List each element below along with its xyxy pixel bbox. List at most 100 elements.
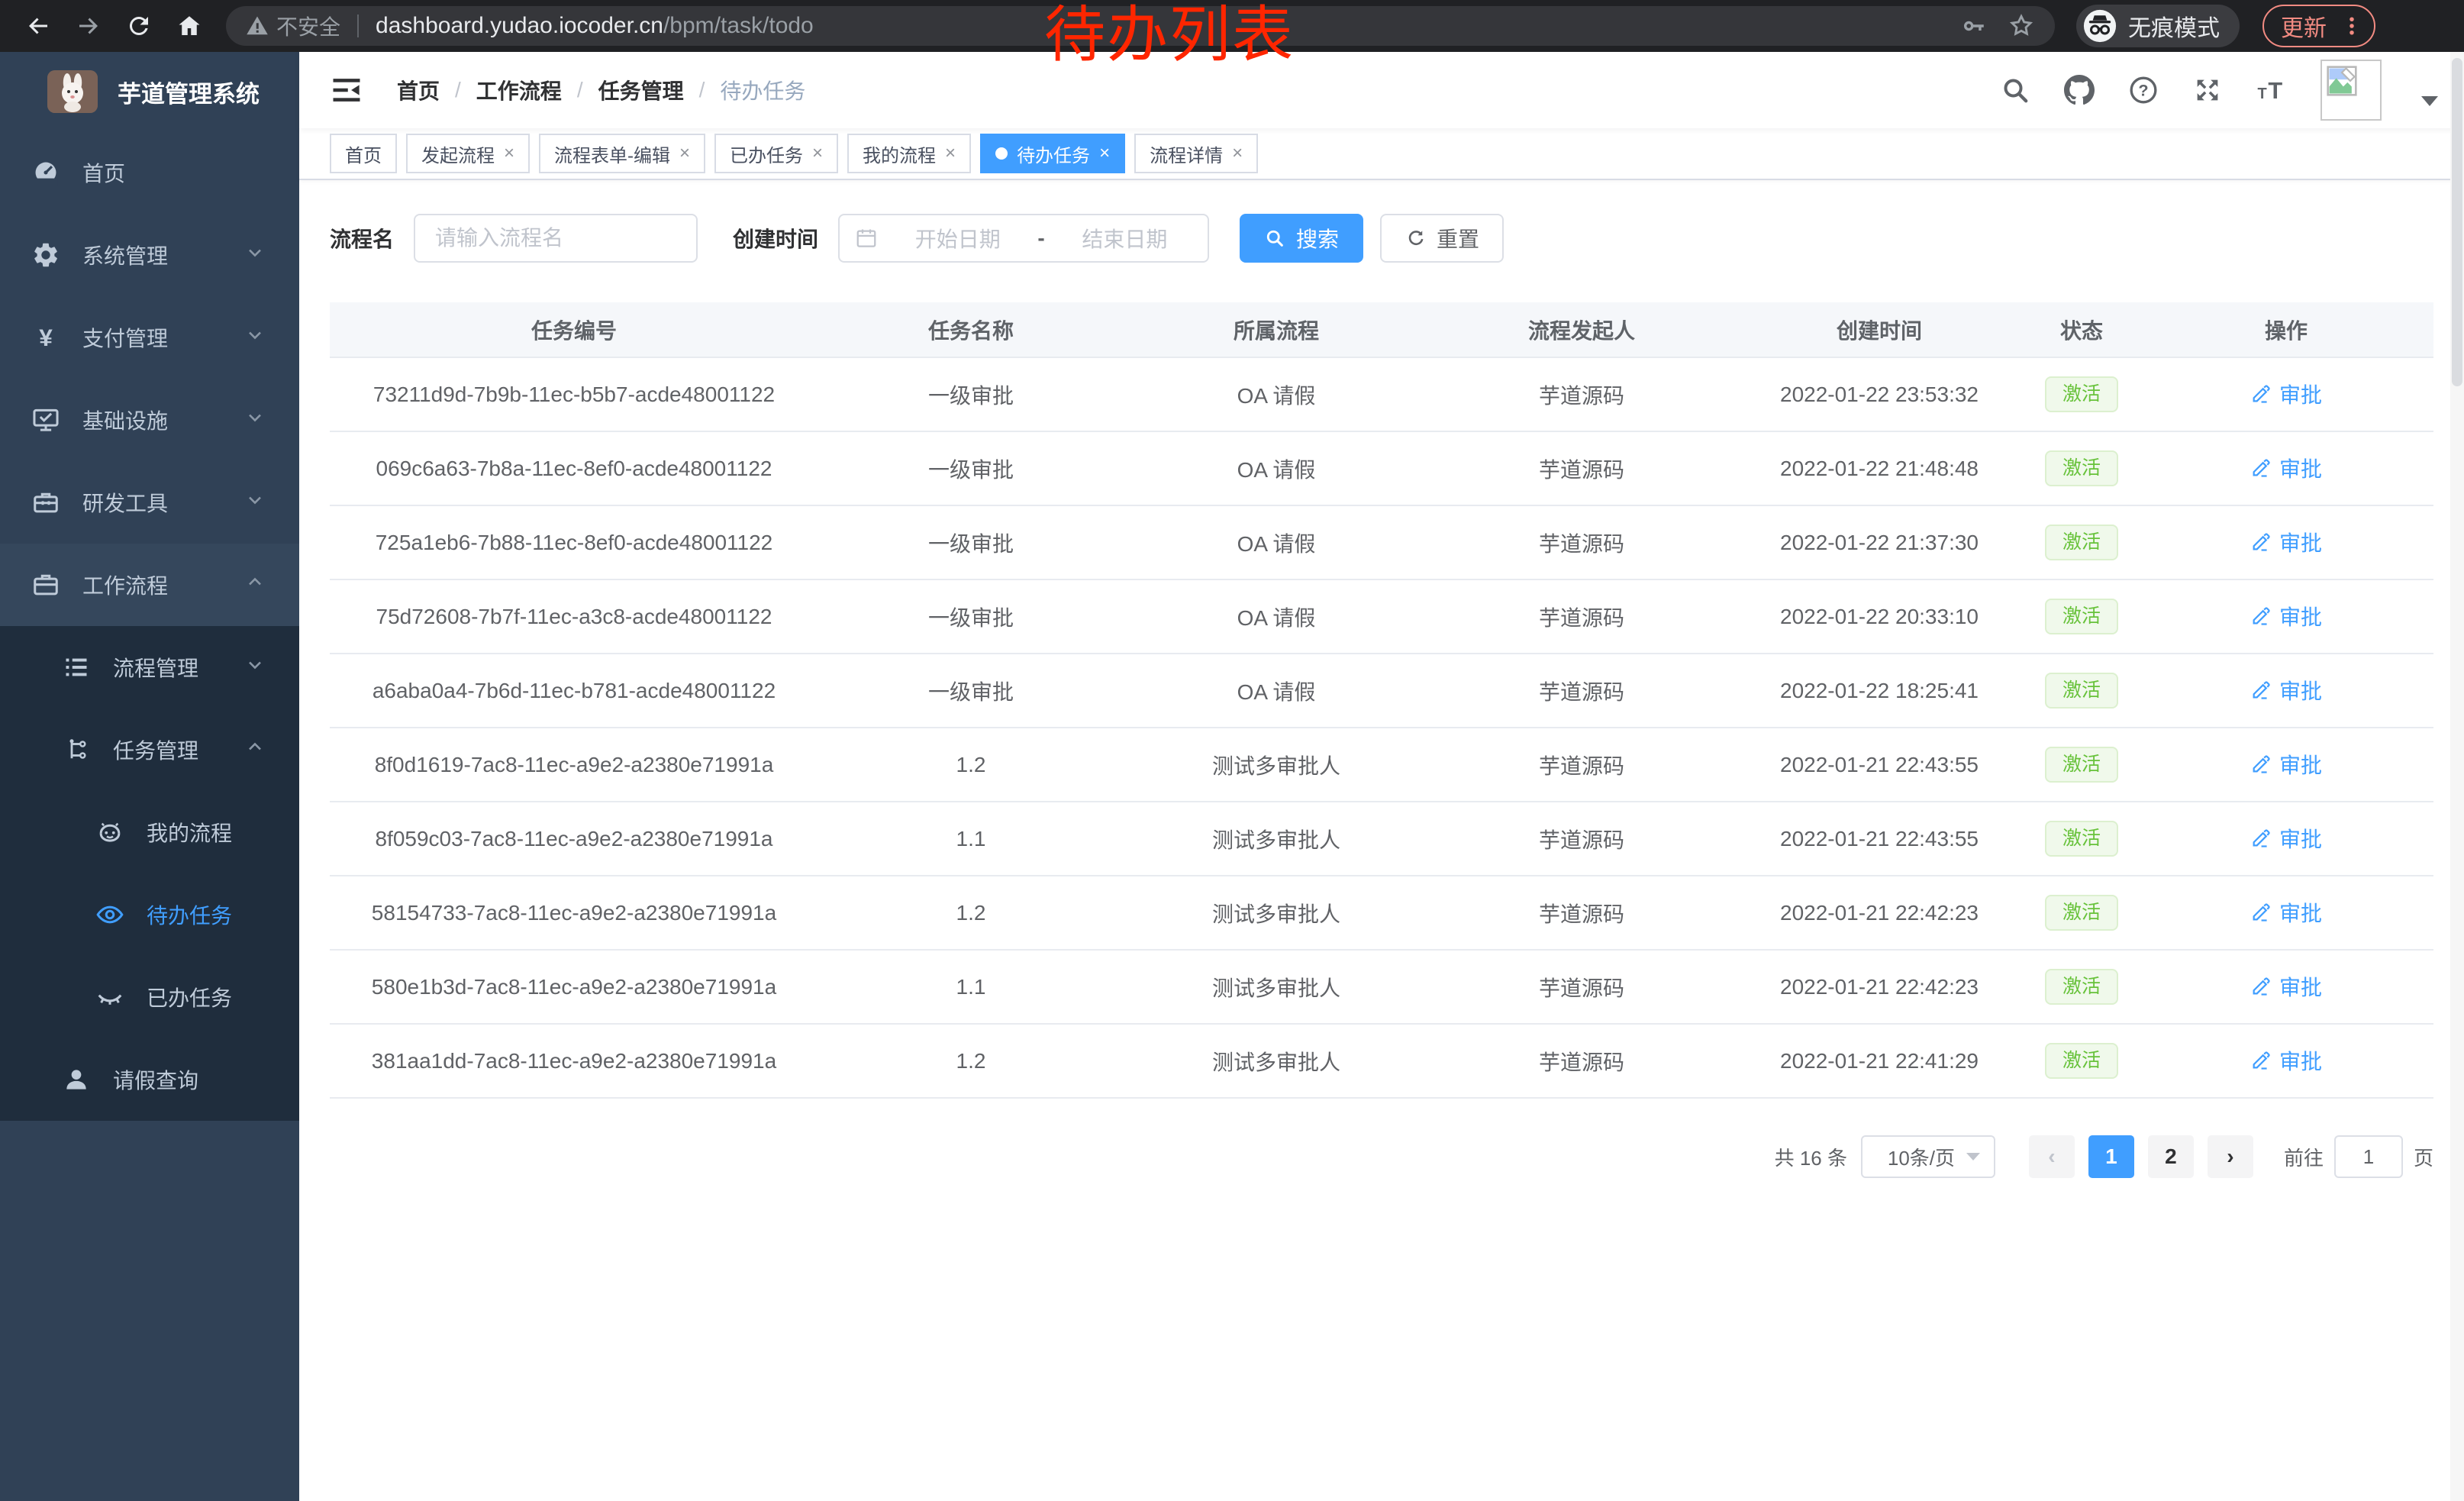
tab-label: 流程详情 [1150,140,1223,167]
font-size-icon[interactable]: T T [2256,75,2287,105]
column-header: 任务编号 [330,302,818,357]
user-avatar[interactable] [2320,60,2382,121]
page-button-1[interactable]: 1 [2088,1135,2134,1178]
end-date-placeholder[interactable]: 结束日期 [1057,223,1192,253]
page-button-2[interactable]: 2 [2148,1135,2194,1178]
status-badge: 激活 [2045,895,2118,931]
toolbox-icon [31,487,61,518]
tab-待办任务[interactable]: 待办任务× [980,134,1125,173]
sidebar-item-0[interactable]: 首页 [0,131,299,214]
approve-button[interactable]: 审批 [2250,527,2322,557]
tab-发起流程[interactable]: 发起流程 × [406,134,530,173]
page-size-select[interactable]: 10条/页 [1861,1135,1995,1178]
tab-流程表单-编辑[interactable]: 流程表单-编辑× [539,134,705,173]
initiator-cell: 芋道源码 [1429,728,1734,802]
status-cell: 激活 [2024,802,2139,876]
sidebar-item-5[interactable]: 工作流程 [0,544,299,626]
avatar-dropdown-caret-icon[interactable] [2421,96,2438,106]
github-icon[interactable] [2064,75,2095,105]
approve-button[interactable]: 审批 [2250,897,2322,928]
security-warning-label[interactable]: 不安全 [276,11,340,41]
tab-close-icon[interactable]: × [945,144,956,163]
process-cell: 测试多审批人 [1124,950,1429,1024]
reload-icon[interactable] [118,5,160,47]
pencil-icon [2250,828,2272,849]
action-cell: 审批 [2139,431,2433,505]
start-date-placeholder[interactable]: 开始日期 [890,223,1025,253]
tab-我的流程[interactable]: 我的流程× [847,134,971,173]
password-key-icon[interactable] [1962,13,1988,39]
breadcrumb-item[interactable]: 工作流程 [476,75,562,105]
approve-button[interactable]: 审批 [2250,379,2322,409]
bookmark-star-icon[interactable] [2008,12,2035,40]
home-icon[interactable] [168,5,211,47]
sidebar-item-6[interactable]: 流程管理 [0,626,299,709]
sidebar-item-8[interactable]: 我的流程 [0,791,299,873]
process-name-input[interactable] [414,214,698,263]
task-table-header-row: 任务编号任务名称所属流程流程发起人创建时间状态操作 [330,302,2433,357]
breadcrumb-item[interactable]: 首页 [397,75,440,105]
created-time-cell: 2022-01-21 22:43:55 [1734,802,2024,876]
approve-button[interactable]: 审批 [2250,823,2322,854]
sidebar-item-9[interactable]: 待办任务 [0,873,299,956]
scrollbar-thumb[interactable] [2452,58,2462,386]
sidebar-item-3[interactable]: 基础设施 [0,379,299,461]
sidebar-item-label: 任务管理 [113,734,198,765]
task-table-body: 73211d9d-7b9b-11ec-b5b7-acde48001122一级审批… [330,357,2433,1098]
tab-close-icon[interactable]: × [812,144,823,163]
approve-button[interactable]: 审批 [2250,971,2322,1002]
approve-button[interactable]: 审批 [2250,749,2322,780]
tab-已办任务[interactable]: 已办任务× [714,134,838,173]
browser-menu-dots-icon[interactable] [2340,15,2363,37]
url-host[interactable]: dashboard.yudao.iocoder.cn [376,13,663,39]
tab-label: 发起流程 [421,140,495,167]
search-icon[interactable] [2000,75,2030,105]
tab-close-icon[interactable]: × [1232,144,1243,163]
tab-首页[interactable]: 首页 [330,134,397,173]
chrome-update-button[interactable]: 更新 [2262,5,2375,47]
tab-close-icon[interactable]: × [1099,144,1110,163]
prev-page-button[interactable]: ‹ [2029,1135,2075,1178]
tab-close-icon[interactable]: × [679,144,690,163]
breadcrumb-item[interactable]: 任务管理 [598,75,684,105]
goto-page-input[interactable] [2334,1135,2403,1178]
search-button[interactable]: 搜索 [1240,214,1363,263]
sidebar-item-2[interactable]: ¥支付管理 [0,296,299,379]
create-time-range-picker[interactable]: 开始日期 - 结束日期 [838,214,1209,263]
sidebar-collapse-icon[interactable] [330,73,363,107]
sidebar-item-7[interactable]: 任务管理 [0,709,299,791]
chevron-down-icon [244,407,266,434]
status-badge: 激活 [2045,747,2118,783]
forward-icon[interactable] [67,5,110,47]
sidebar-item-1[interactable]: 系统管理 [0,214,299,296]
sidebar-item-10[interactable]: 已办任务 [0,956,299,1038]
approve-button[interactable]: 审批 [2250,453,2322,483]
app-logo-row[interactable]: 芋道管理系统 [0,52,299,131]
reset-button[interactable]: 重置 [1380,214,1504,263]
breadcrumb-separator: / [455,78,461,102]
approve-button[interactable]: 审批 [2250,1045,2322,1076]
tab-流程详情[interactable]: 流程详情 × [1134,134,1258,173]
update-label[interactable]: 更新 [2281,9,2327,43]
action-cell: 审批 [2139,728,2433,802]
page-scrollbar[interactable] [2450,52,2464,1501]
initiator-cell: 芋道源码 [1429,654,1734,728]
tab-close-icon[interactable]: × [504,144,514,163]
task-id-cell: 725a1eb6-7b88-11ec-8ef0-acde48001122 [330,505,818,579]
sidebar-item-label: 首页 [82,157,125,188]
action-cell: 审批 [2139,802,2433,876]
task-row: 381aa1dd-7ac8-11ec-a9e2-a2380e71991a1.2测… [330,1024,2433,1098]
created-time-cell: 2022-01-22 20:33:10 [1734,579,2024,654]
sidebar-item-4[interactable]: 研发工具 [0,461,299,544]
approve-button[interactable]: 审批 [2250,675,2322,705]
approve-button[interactable]: 审批 [2250,601,2322,631]
help-icon[interactable]: ? [2128,75,2159,105]
sidebar-item-11[interactable]: 请假查询 [0,1038,299,1121]
task-row: 580e1b3d-7ac8-11ec-a9e2-a2380e71991a1.1测… [330,950,2433,1024]
fullscreen-icon[interactable] [2192,75,2223,105]
status-cell: 激活 [2024,1024,2139,1098]
back-icon[interactable] [17,5,60,47]
pencil-icon [2250,976,2272,997]
next-page-button[interactable]: › [2208,1135,2253,1178]
process-name-label: 流程名 [330,223,394,253]
